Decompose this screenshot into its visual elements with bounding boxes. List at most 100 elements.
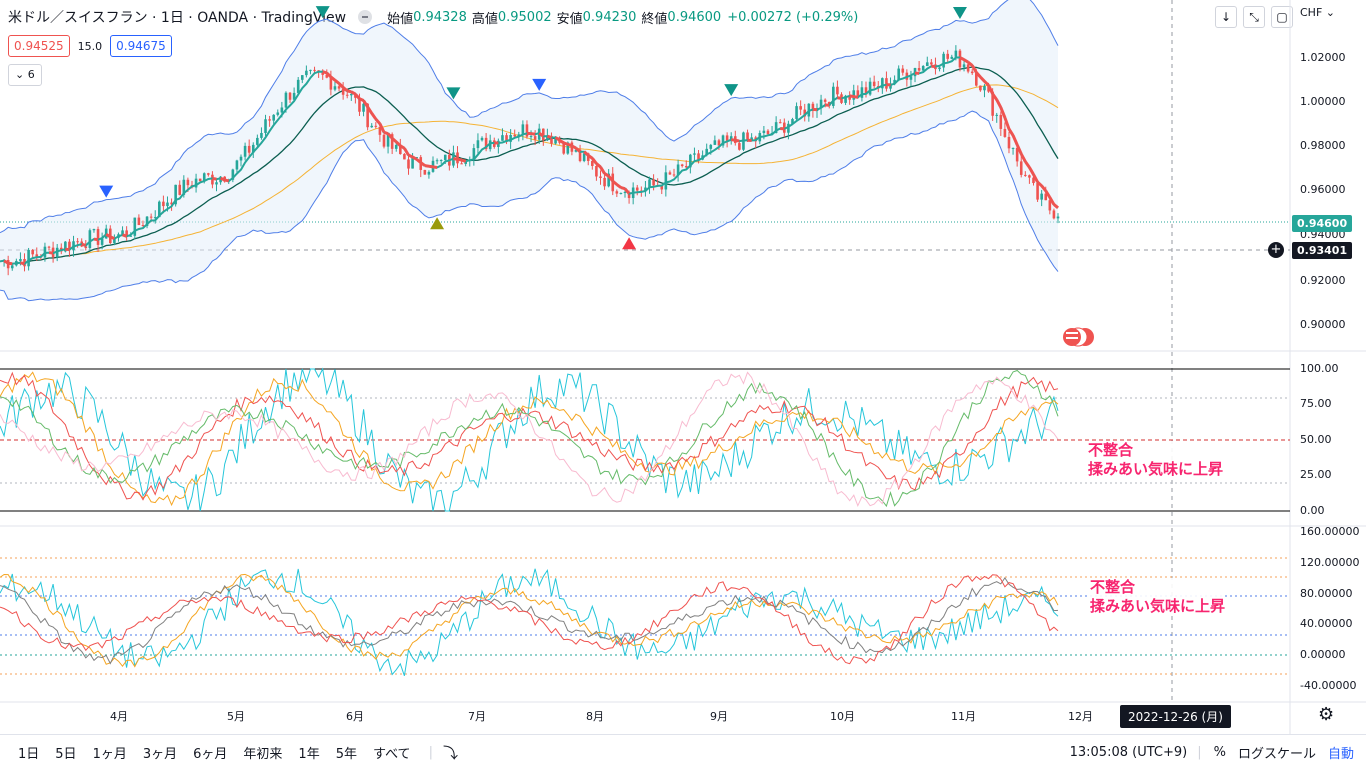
candle-body	[955, 51, 958, 57]
candle-body	[276, 112, 279, 114]
candle-body	[501, 135, 504, 141]
candle-body	[48, 247, 51, 248]
chart-canvas[interactable]	[0, 0, 1366, 734]
candle-body	[97, 229, 100, 245]
oscillator-2-lines	[0, 569, 1058, 676]
divider: |	[1197, 745, 1201, 760]
candle-body	[918, 68, 921, 71]
candle-body	[763, 131, 766, 133]
osc2-annotation: 不整合 揉みあい気味に上昇	[1090, 578, 1225, 616]
candle-body	[424, 170, 427, 175]
sell-signal-marker	[953, 7, 967, 19]
candle-body	[901, 69, 904, 73]
fast-average-down-segment	[837, 98, 841, 99]
range-6m[interactable]: 6ヶ月	[193, 743, 227, 762]
settings-gear-icon[interactable]: ⚙	[1318, 704, 1334, 725]
fast-average-down-segment	[453, 159, 457, 160]
candle-body	[215, 182, 218, 184]
candle-body	[1057, 217, 1060, 219]
candle-body	[595, 166, 598, 176]
candle-body	[481, 138, 484, 140]
price-tick: 0.98000	[1300, 139, 1346, 152]
candle-body	[673, 174, 676, 175]
candle-body	[395, 145, 398, 149]
price-tick: 1.02000	[1300, 51, 1346, 64]
candle-body	[938, 68, 941, 70]
price-tick: 1.00000	[1300, 95, 1346, 108]
clock[interactable]: 13:05:08 (UTC+9)	[1070, 745, 1188, 760]
fast-average-down-segment	[110, 237, 114, 239]
osc1-tick: 0.00	[1300, 504, 1325, 517]
candle-body	[403, 154, 406, 159]
candle-body	[334, 86, 337, 89]
candle-body	[362, 104, 365, 112]
percent-toggle[interactable]: %	[1214, 745, 1226, 760]
candle-body	[1020, 161, 1023, 175]
candle-body	[603, 178, 606, 186]
candle-body	[869, 82, 872, 95]
fast-average-down-segment	[8, 263, 12, 264]
range-5d[interactable]: 5日	[55, 743, 76, 762]
fast-average-down-segment	[94, 239, 98, 240]
candle-body	[207, 173, 210, 174]
candle-body	[350, 94, 353, 95]
auto-scale-toggle[interactable]: 自動	[1328, 743, 1354, 762]
fast-average-down-segment	[433, 167, 437, 168]
candle-body	[599, 176, 602, 177]
fast-average-down-segment	[850, 96, 854, 97]
candle-body	[930, 62, 933, 64]
goto-date-icon[interactable]: ⤵	[443, 742, 458, 763]
candle-body	[76, 241, 79, 242]
oscillator-line	[0, 578, 1058, 664]
fast-average-down-segment	[359, 99, 363, 101]
add-plus-icon[interactable]: +	[1268, 242, 1284, 258]
candle-body	[971, 72, 974, 74]
fast-average-down-segment	[564, 143, 568, 144]
range-1d[interactable]: 1日	[18, 743, 39, 762]
candle-body	[942, 54, 945, 68]
month-label: 7月	[468, 708, 486, 724]
osc1-tick: 100.00	[1300, 362, 1339, 375]
candle-body	[983, 86, 986, 90]
candle-body	[260, 133, 263, 138]
candle-body	[166, 203, 169, 207]
osc2-tick: 40.00000	[1300, 617, 1353, 630]
candle-body	[289, 93, 292, 100]
fast-average-down-segment	[347, 91, 351, 92]
candle-body	[665, 172, 668, 189]
month-label: 9月	[710, 708, 728, 724]
bollinger-fill	[0, 0, 1058, 301]
fast-average-down-segment	[4, 261, 8, 264]
range-ytd[interactable]: 年初来	[243, 743, 282, 762]
candle-body	[861, 87, 864, 98]
candle-body	[436, 160, 439, 161]
candle-body	[162, 202, 165, 206]
fast-average-down-segment	[568, 144, 572, 146]
osc1-tick: 50.00	[1300, 433, 1332, 446]
candle-body	[370, 126, 373, 127]
range-1y[interactable]: 1年	[298, 743, 319, 762]
candle-body	[738, 143, 741, 150]
candle-body	[1053, 210, 1056, 218]
candle-body	[305, 71, 308, 75]
sell-signal-marker	[99, 186, 113, 198]
candle-body	[89, 230, 92, 248]
price-tick: 0.90000	[1300, 318, 1346, 331]
fast-average-down-segment	[960, 58, 964, 60]
candle-body	[620, 193, 623, 194]
candle-body	[256, 138, 259, 145]
fast-average-down-segment	[547, 136, 551, 137]
osc1-tick: 75.00	[1300, 397, 1332, 410]
range-1m[interactable]: 1ヶ月	[93, 743, 127, 762]
crosshair-price-tag: 0.93401	[1292, 242, 1352, 259]
sell-signal-marker	[316, 6, 330, 18]
candle-body	[93, 229, 96, 230]
range-3m[interactable]: 3ヶ月	[143, 743, 177, 762]
candle-body	[236, 160, 239, 169]
candle-body	[714, 140, 717, 145]
log-scale-toggle[interactable]: ログスケール	[1238, 743, 1316, 762]
month-label: 5月	[227, 708, 245, 724]
range-all[interactable]: すべて	[373, 743, 411, 762]
range-5y[interactable]: 5年	[336, 743, 357, 762]
candle-body	[836, 87, 839, 95]
